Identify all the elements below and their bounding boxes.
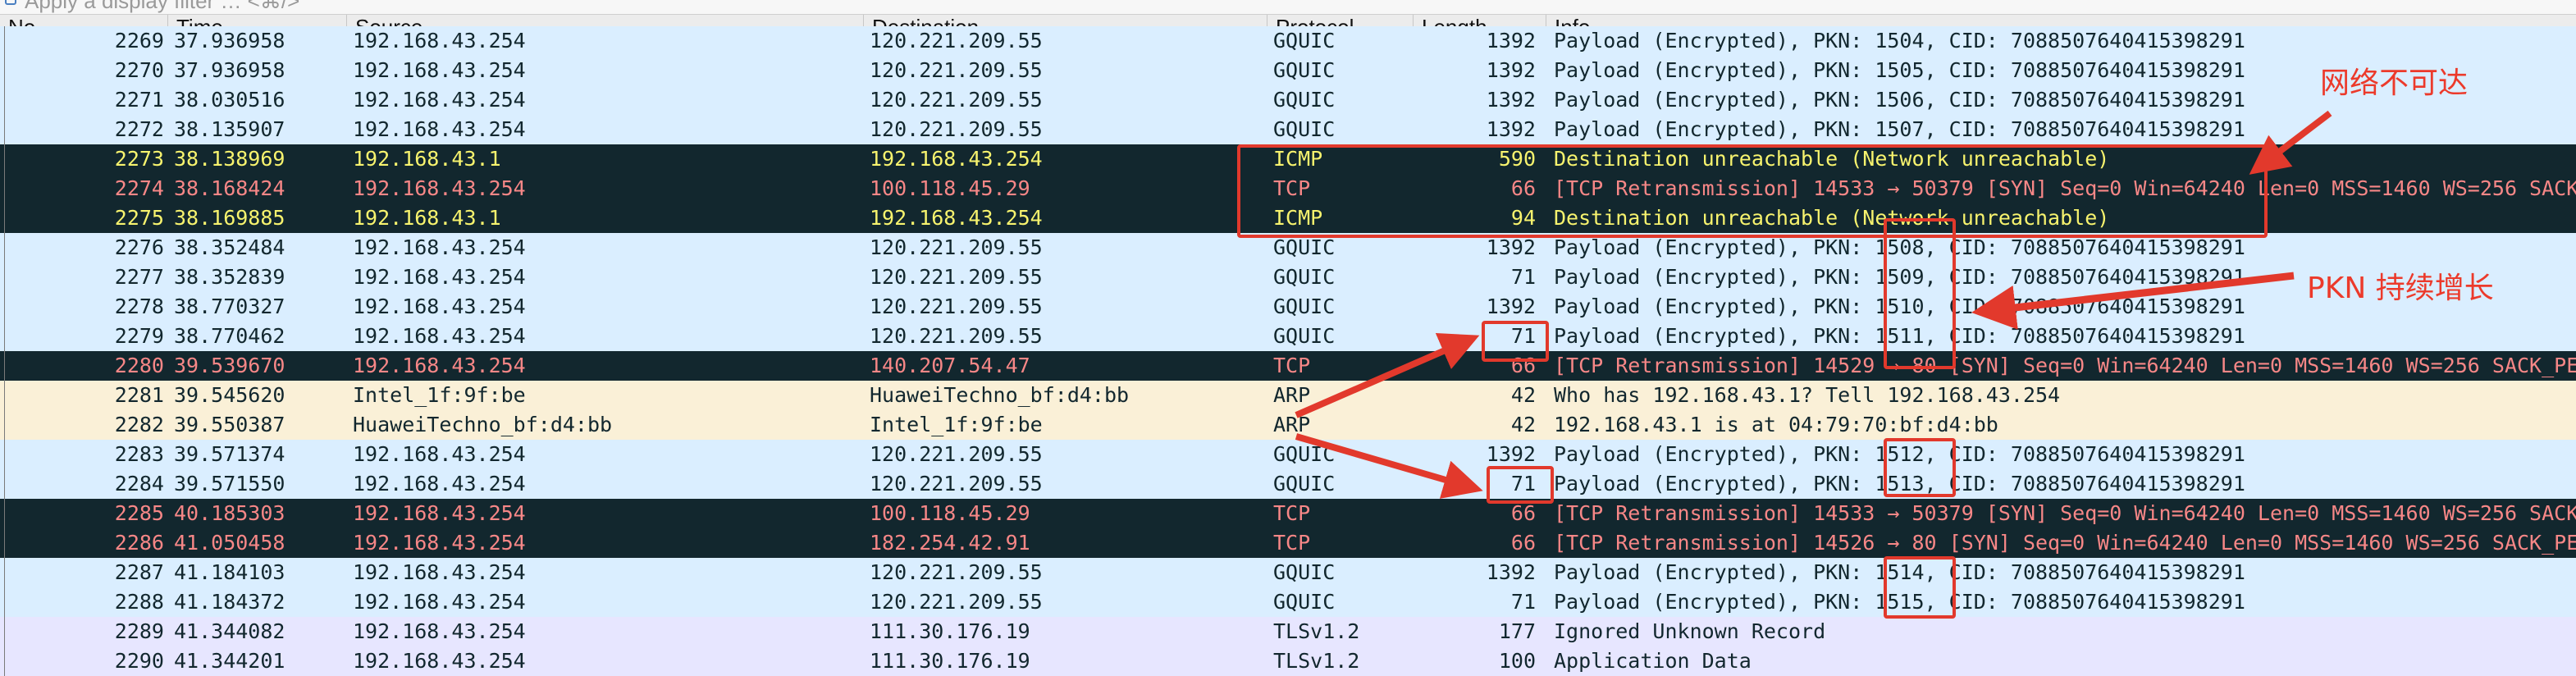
arrow-pkn-increasing [1971,272,2295,330]
annotation-pkn-increasing: PKN 持续增长 [2307,272,2494,305]
annotation-arrows [1295,110,2332,499]
arrow-arp-to-length-1 [1295,332,1480,418]
annotation-network-unreachable: 网络不可达 [2320,66,2469,100]
arrow-network-unreachable [2249,110,2332,175]
arrow-arp-to-length-2 [1295,433,1483,499]
